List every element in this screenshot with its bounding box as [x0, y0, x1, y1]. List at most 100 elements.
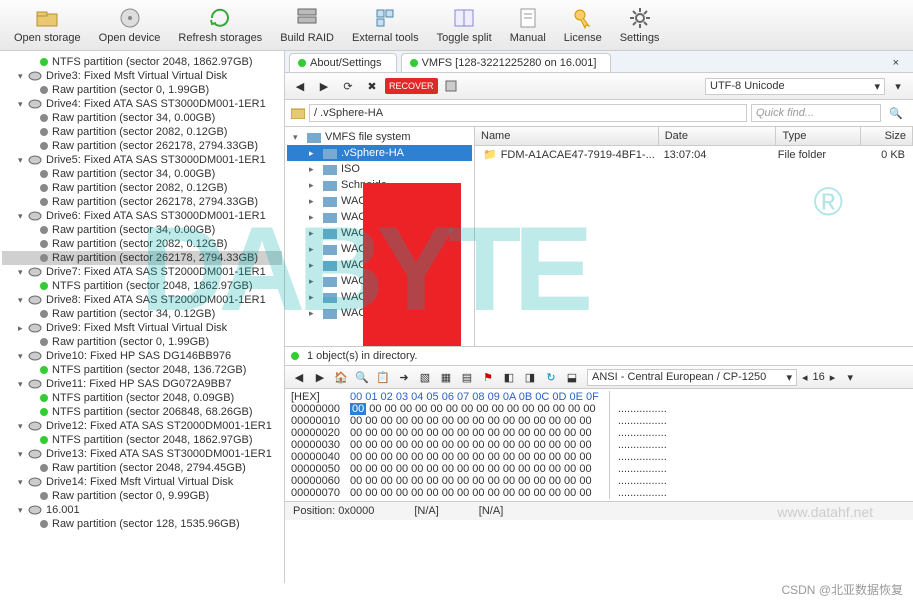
tab-close-button[interactable]: × — [883, 53, 909, 72]
expand-arrow-icon[interactable]: ▾ — [18, 477, 28, 488]
hex-cols[interactable]: 16 — [813, 371, 825, 383]
expand-arrow-icon[interactable]: ▸ — [309, 308, 319, 319]
drive-tree-item[interactable]: ▾Drive11: Fixed HP SAS DG072A9BB7 — [2, 377, 282, 391]
fs-tree[interactable]: ▾VMFS file system ▸.vSphere-HA▸ISO▸Schne… — [285, 127, 475, 346]
drive-tree-item[interactable]: Raw partition (sector 0, 9.99GB) — [2, 489, 282, 503]
settings-button[interactable]: Settings — [612, 4, 668, 46]
expand-arrow-icon[interactable]: ▾ — [18, 211, 28, 222]
forward-icon[interactable]: ▶ — [313, 76, 335, 96]
expand-arrow-icon[interactable]: ▾ — [18, 379, 28, 390]
external-tools-button[interactable]: External tools — [344, 4, 427, 46]
manual-button[interactable]: Manual — [502, 4, 554, 46]
drive-tree-item[interactable]: Raw partition (sector 262178, 2794.33GB) — [2, 251, 282, 265]
expand-arrow-icon[interactable]: ▾ — [18, 449, 28, 460]
expand-arrow-icon[interactable]: ▸ — [309, 212, 319, 223]
drive-tree-item[interactable]: ▾Drive10: Fixed HP SAS DG146BB976 — [2, 349, 282, 363]
hex-flag-icon[interactable]: ⚑ — [478, 368, 498, 386]
tab-vmfs[interactable]: VMFS [128-3221225280 on 16.001] — [401, 53, 612, 72]
expand-arrow-icon[interactable]: ▸ — [309, 196, 319, 207]
file-list[interactable]: Name Date Type Size 📁 FDM-A1ACAE47-7919-… — [475, 127, 913, 346]
hex-more-icon[interactable]: ▾ — [840, 368, 860, 386]
tab-about[interactable]: About/Settings — [289, 53, 397, 72]
hex-home-icon[interactable]: 🏠 — [331, 368, 351, 386]
refresh-icon[interactable]: ⟳ — [337, 76, 359, 96]
hex-goto-icon[interactable]: ➜ — [394, 368, 414, 386]
drive-tree-item[interactable]: ▾Drive6: Fixed ATA SAS ST3000DM001-1ER1 — [2, 209, 282, 223]
hex-view[interactable]: [HEX]00000000000000100000002000000030000… — [285, 389, 913, 501]
refresh-storages-button[interactable]: Refresh storages — [170, 4, 270, 46]
build-raid-button[interactable]: Build RAID — [272, 4, 342, 46]
expand-arrow-icon[interactable]: ▾ — [18, 421, 28, 432]
drive-tree-item[interactable]: NTFS partition (sector 2048, 0.09GB) — [2, 391, 282, 405]
file-list-row[interactable]: 📁 FDM-A1ACAE47-7919-4BF1-... 13:07:04 Fi… — [475, 146, 913, 163]
drive-tree-item[interactable]: ▾Drive4: Fixed ATA SAS ST3000DM001-1ER1 — [2, 97, 282, 111]
search-icon[interactable]: 🔍 — [885, 103, 907, 123]
expand-arrow-icon[interactable]: ▾ — [18, 351, 28, 362]
expand-arrow-icon[interactable]: ▸ — [18, 323, 28, 334]
fs-tree-item[interactable]: ▸.vSphere-HA — [287, 145, 472, 161]
hex-find-icon[interactable]: 🔍 — [352, 368, 372, 386]
drive-tree-item[interactable]: Raw partition (sector 34, 0.00GB) — [2, 223, 282, 237]
drive-tree-item[interactable]: NTFS partition (sector 2048, 1862.97GB) — [2, 279, 282, 293]
expand-arrow-icon[interactable]: ▸ — [309, 244, 319, 255]
delete-icon[interactable]: ✖ — [361, 76, 383, 96]
toggle-split-button[interactable]: Toggle split — [429, 4, 500, 46]
hex-tool3-icon[interactable]: ▤ — [457, 368, 477, 386]
hex-tool1-icon[interactable]: ▧ — [415, 368, 435, 386]
drive-tree-item[interactable]: ▾Drive14: Fixed Msft Virtual Virtual Dis… — [2, 475, 282, 489]
hex-back-icon[interactable]: ◀ — [289, 368, 309, 386]
drive-tree-item[interactable]: Raw partition (sector 34, 0.00GB) — [2, 111, 282, 125]
drive-tree-item[interactable]: ▾Drive3: Fixed Msft Virtual Virtual Disk — [2, 69, 282, 83]
drive-tree-item[interactable]: ▾Drive7: Fixed ATA SAS ST2000DM001-1ER1 — [2, 265, 282, 279]
drive-tree-item[interactable]: NTFS partition (sector 206848, 68.26GB) — [2, 405, 282, 419]
fs-root[interactable]: ▾VMFS file system — [287, 129, 472, 145]
drive-tree-item[interactable]: Raw partition (sector 262178, 2794.33GB) — [2, 139, 282, 153]
path-input[interactable]: / .vSphere-HA — [309, 104, 747, 122]
drive-tree-item[interactable]: NTFS partition (sector 2048, 136.72GB) — [2, 363, 282, 377]
drive-tree-item[interactable]: Raw partition (sector 0, 1.99GB) — [2, 83, 282, 97]
hex-tool6-icon[interactable]: ⬓ — [562, 368, 582, 386]
hex-copy-icon[interactable]: 📋 — [373, 368, 393, 386]
expand-arrow-icon[interactable]: ▸ — [309, 276, 319, 287]
recover-button[interactable]: RECOVER — [385, 78, 438, 94]
expand-arrow-icon[interactable]: ▾ — [18, 267, 28, 278]
expand-arrow-icon[interactable]: ▾ — [18, 71, 28, 82]
hex-refresh-icon[interactable]: ↻ — [541, 368, 561, 386]
drive-tree-item[interactable]: NTFS partition (sector 2048, 1862.97GB) — [2, 55, 282, 69]
drive-tree[interactable]: NTFS partition (sector 2048, 1862.97GB)▾… — [0, 51, 285, 583]
expand-arrow-icon[interactable]: ▾ — [18, 99, 28, 110]
expand-arrow-icon[interactable]: ▸ — [309, 148, 319, 159]
file-list-header[interactable]: Name Date Type Size — [475, 127, 913, 146]
drive-tree-item[interactable]: NTFS partition (sector 2048, 1862.97GB) — [2, 433, 282, 447]
quick-find-input[interactable]: Quick find... — [751, 104, 881, 122]
drive-tree-item[interactable]: Raw partition (sector 0, 1.99GB) — [2, 335, 282, 349]
drive-tree-item[interactable]: Raw partition (sector 2082, 0.12GB) — [2, 181, 282, 195]
open-storage-button[interactable]: Open storage — [6, 4, 89, 46]
tool-icon[interactable] — [440, 76, 462, 96]
back-icon[interactable]: ◀ — [289, 76, 311, 96]
license-button[interactable]: License — [556, 4, 610, 46]
expand-arrow-icon[interactable]: ▸ — [309, 164, 319, 175]
open-device-button[interactable]: Open device — [91, 4, 169, 46]
expand-arrow-icon[interactable]: ▾ — [18, 505, 28, 516]
expand-arrow-icon[interactable]: ▾ — [18, 295, 28, 306]
drive-tree-item[interactable]: ▾Drive12: Fixed ATA SAS ST2000DM001-1ER1 — [2, 419, 282, 433]
fs-tree-item[interactable]: ▸ISO — [287, 161, 472, 177]
drive-tree-item[interactable]: Raw partition (sector 34, 0.00GB) — [2, 167, 282, 181]
expand-arrow-icon[interactable]: ▾ — [18, 155, 28, 166]
hex-tool2-icon[interactable]: ▦ — [436, 368, 456, 386]
drive-tree-item[interactable]: ▾Drive5: Fixed ATA SAS ST3000DM001-1ER1 — [2, 153, 282, 167]
drive-tree-item[interactable]: ▸Drive9: Fixed Msft Virtual Virtual Disk — [2, 321, 282, 335]
encoding-select[interactable]: UTF-8 Unicode▾ — [705, 78, 885, 95]
drive-tree-item[interactable]: ▾Drive8: Fixed ATA SAS ST2000DM001-1ER1 — [2, 293, 282, 307]
expand-arrow-icon[interactable]: ▸ — [309, 292, 319, 303]
hex-tool4-icon[interactable]: ◧ — [499, 368, 519, 386]
hex-fwd-icon[interactable]: ▶ — [310, 368, 330, 386]
hex-encoding-select[interactable]: ANSI - Central European / CP-1250▾ — [587, 369, 797, 386]
drive-tree-item[interactable]: Raw partition (sector 128, 1535.96GB) — [2, 517, 282, 531]
drive-tree-item[interactable]: Raw partition (sector 2082, 0.12GB) — [2, 125, 282, 139]
drive-tree-item[interactable]: ▾16.001 — [2, 503, 282, 517]
expand-arrow-icon[interactable]: ▸ — [309, 180, 319, 191]
drive-tree-item[interactable]: Raw partition (sector 262178, 2794.33GB) — [2, 195, 282, 209]
drive-tree-item[interactable]: Raw partition (sector 2082, 0.12GB) — [2, 237, 282, 251]
